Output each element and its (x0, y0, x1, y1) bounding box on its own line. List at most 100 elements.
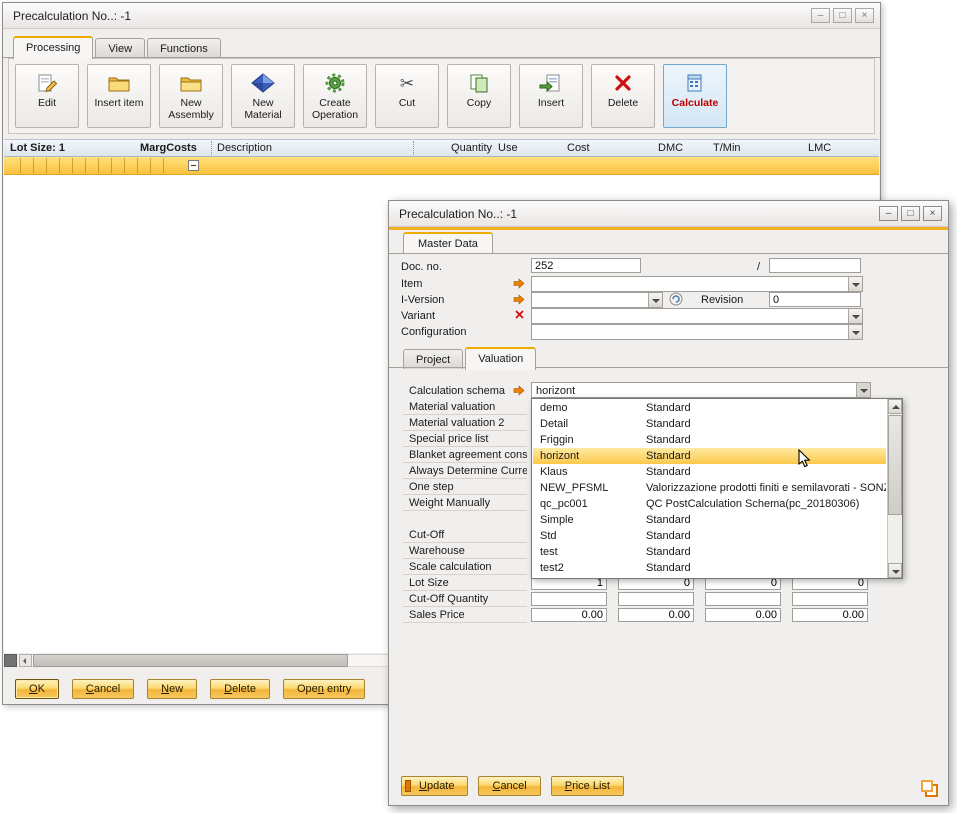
dropdown-item-test2[interactable]: test2Standard (533, 560, 886, 576)
toolbar-button-insert-item[interactable]: Insert item (87, 64, 151, 128)
resize-grip-icon[interactable] (921, 780, 938, 797)
revision-input[interactable] (769, 292, 861, 307)
toolbar-button-new-material[interactable]: New Material (231, 64, 295, 128)
subtab-valuation[interactable]: Valuation (465, 347, 536, 370)
dropdown-item-friggin[interactable]: FrigginStandard (533, 432, 886, 448)
close-button[interactable]: × (855, 8, 874, 23)
dropdown-item-desc: Standard (646, 466, 691, 478)
subtab-project[interactable]: Project (403, 349, 463, 369)
toolbar-button-calculate[interactable]: Calculate (663, 64, 727, 128)
item-dropdown-button[interactable] (848, 277, 862, 291)
dropdown-item-desc: Standard (646, 434, 691, 446)
doc-no-input[interactable] (531, 258, 641, 273)
cut-off-quantity-input-3[interactable] (705, 592, 781, 606)
scroll-down-button[interactable] (888, 563, 902, 578)
doc-no-suffix-input[interactable] (769, 258, 861, 273)
scroll-left-button[interactable] (19, 654, 32, 667)
minimize-button[interactable]: – (879, 206, 898, 221)
sales-price-input-2[interactable] (618, 608, 694, 622)
grid-header: Lot Size: 1 MargCosts Description Quanti… (4, 139, 879, 157)
folder-new-icon (178, 69, 204, 97)
sales-price-input-1[interactable] (531, 608, 607, 622)
toolbar-button-cut[interactable]: ✂Cut (375, 64, 439, 128)
dropdown-item-demo[interactable]: demoStandard (533, 400, 886, 416)
dropdown-item-test[interactable]: testStandard (533, 544, 886, 560)
dropdown-item-desc: Standard (646, 418, 691, 430)
toolbar-button-new-assembly[interactable]: New Assembly (159, 64, 223, 128)
dropdown-item-detail[interactable]: DetailStandard (533, 416, 886, 432)
sales-price-input-3[interactable] (705, 608, 781, 622)
detail-window-titlebar[interactable]: Precalculation No..: -1 – □ × (389, 201, 948, 227)
dropdown-item-simple[interactable]: SimpleStandard (533, 512, 886, 528)
tab-view[interactable]: View (95, 38, 145, 58)
toolbar-button-label: New Assembly (160, 97, 222, 121)
row-cell-separators (8, 158, 164, 173)
calc-schema-dropdown-button[interactable] (856, 383, 870, 397)
dropdown-scrollbar[interactable] (887, 399, 902, 578)
toolbar-button-edit[interactable]: Edit (15, 64, 79, 128)
toolbar-button-create-operation[interactable]: Create Operation (303, 64, 367, 128)
main-window-titlebar[interactable]: Precalculation No..: -1 – □ × (3, 3, 880, 29)
price-list-button[interactable]: Price List (551, 776, 624, 796)
configuration-dropdown-button[interactable] (848, 325, 862, 339)
iversion-dropdown-button[interactable] (648, 293, 662, 307)
item-combobox[interactable] (531, 276, 863, 292)
toolbar-button-label: Insert item (92, 97, 145, 109)
collapse-icon[interactable] (188, 160, 199, 171)
main-window-controls: – □ × (811, 8, 874, 23)
dropdown-item-qc-pc001[interactable]: qc_pc001QC PostCalculation Schema(pc_201… (533, 496, 886, 512)
configuration-combobox[interactable] (531, 324, 863, 340)
dropdown-item-new-pfsml[interactable]: NEW_PFSMLValorizzazione prodotti finiti … (533, 480, 886, 496)
dropdown-item-std[interactable]: StdStandard (533, 528, 886, 544)
cancel-button[interactable]: Cancel (72, 679, 134, 699)
calc-schema-value: horizont (536, 385, 575, 397)
calc-schema-combobox[interactable]: horizont (531, 382, 871, 398)
ok-button[interactable]: OK (15, 679, 59, 699)
dropdown-item-desc: Standard (646, 402, 691, 414)
iversion-combobox[interactable] (531, 292, 663, 308)
scrollbar-thumb[interactable] (33, 654, 348, 667)
cut-off-quantity-input-4[interactable] (792, 592, 868, 606)
cut-off-quantity-input-2[interactable] (618, 592, 694, 606)
tab-functions[interactable]: Functions (147, 38, 221, 58)
tab-processing[interactable]: Processing (13, 36, 93, 59)
selected-grid-row[interactable] (4, 157, 879, 175)
new-button[interactable]: New (147, 679, 197, 699)
valuation-row-cut-off-quantity: Cut-Off Quantity (403, 591, 873, 607)
close-button[interactable]: × (923, 206, 942, 221)
calc-schema-link-arrow-icon[interactable] (513, 385, 525, 396)
toolbar-button-label: Insert (536, 97, 566, 109)
variant-combobox[interactable] (531, 308, 863, 324)
toolbar-button-insert[interactable]: Insert (519, 64, 583, 128)
open-entry-button[interactable]: Open entry (283, 679, 365, 699)
tab-master-data[interactable]: Master Data (403, 232, 493, 253)
update-button[interactable]: Update (401, 776, 468, 796)
dropdown-item-horizont[interactable]: horizontStandard (533, 448, 886, 464)
detail-window-controls: – □ × (879, 206, 942, 221)
variant-dropdown-button[interactable] (848, 309, 862, 323)
maximize-button[interactable]: □ (833, 8, 852, 23)
button-label: Price List (565, 780, 610, 792)
toolbar-button-copy[interactable]: Copy (447, 64, 511, 128)
calc-schema-dropdown-list: demoStandardDetailStandardFrigginStandar… (531, 398, 903, 579)
material-diamond-icon (250, 69, 276, 97)
valuation-row-label: Scale calculation (409, 561, 492, 573)
calculate-sheet-icon (682, 69, 708, 97)
iversion-link-arrow-icon[interactable] (513, 294, 525, 305)
dropdown-item-name: Std (540, 530, 557, 542)
dropdown-scrollbar-thumb[interactable] (888, 415, 902, 515)
iversion-options-icon[interactable] (669, 292, 683, 306)
button-label: Cancel (86, 683, 120, 695)
scroll-up-button[interactable] (888, 399, 902, 414)
cancel-button[interactable]: Cancel (478, 776, 540, 796)
delete-button[interactable]: Delete (210, 679, 270, 699)
minimize-icon: – (886, 208, 892, 219)
minimize-button[interactable]: – (811, 8, 830, 23)
item-link-arrow-icon[interactable] (513, 278, 525, 289)
cut-off-quantity-input-1[interactable] (531, 592, 607, 606)
maximize-button[interactable]: □ (901, 206, 920, 221)
sales-price-input-4[interactable] (792, 608, 868, 622)
iversion-label: I-Version (401, 294, 444, 306)
toolbar-button-delete[interactable]: Delete (591, 64, 655, 128)
dropdown-item-klaus[interactable]: KlausStandard (533, 464, 886, 480)
